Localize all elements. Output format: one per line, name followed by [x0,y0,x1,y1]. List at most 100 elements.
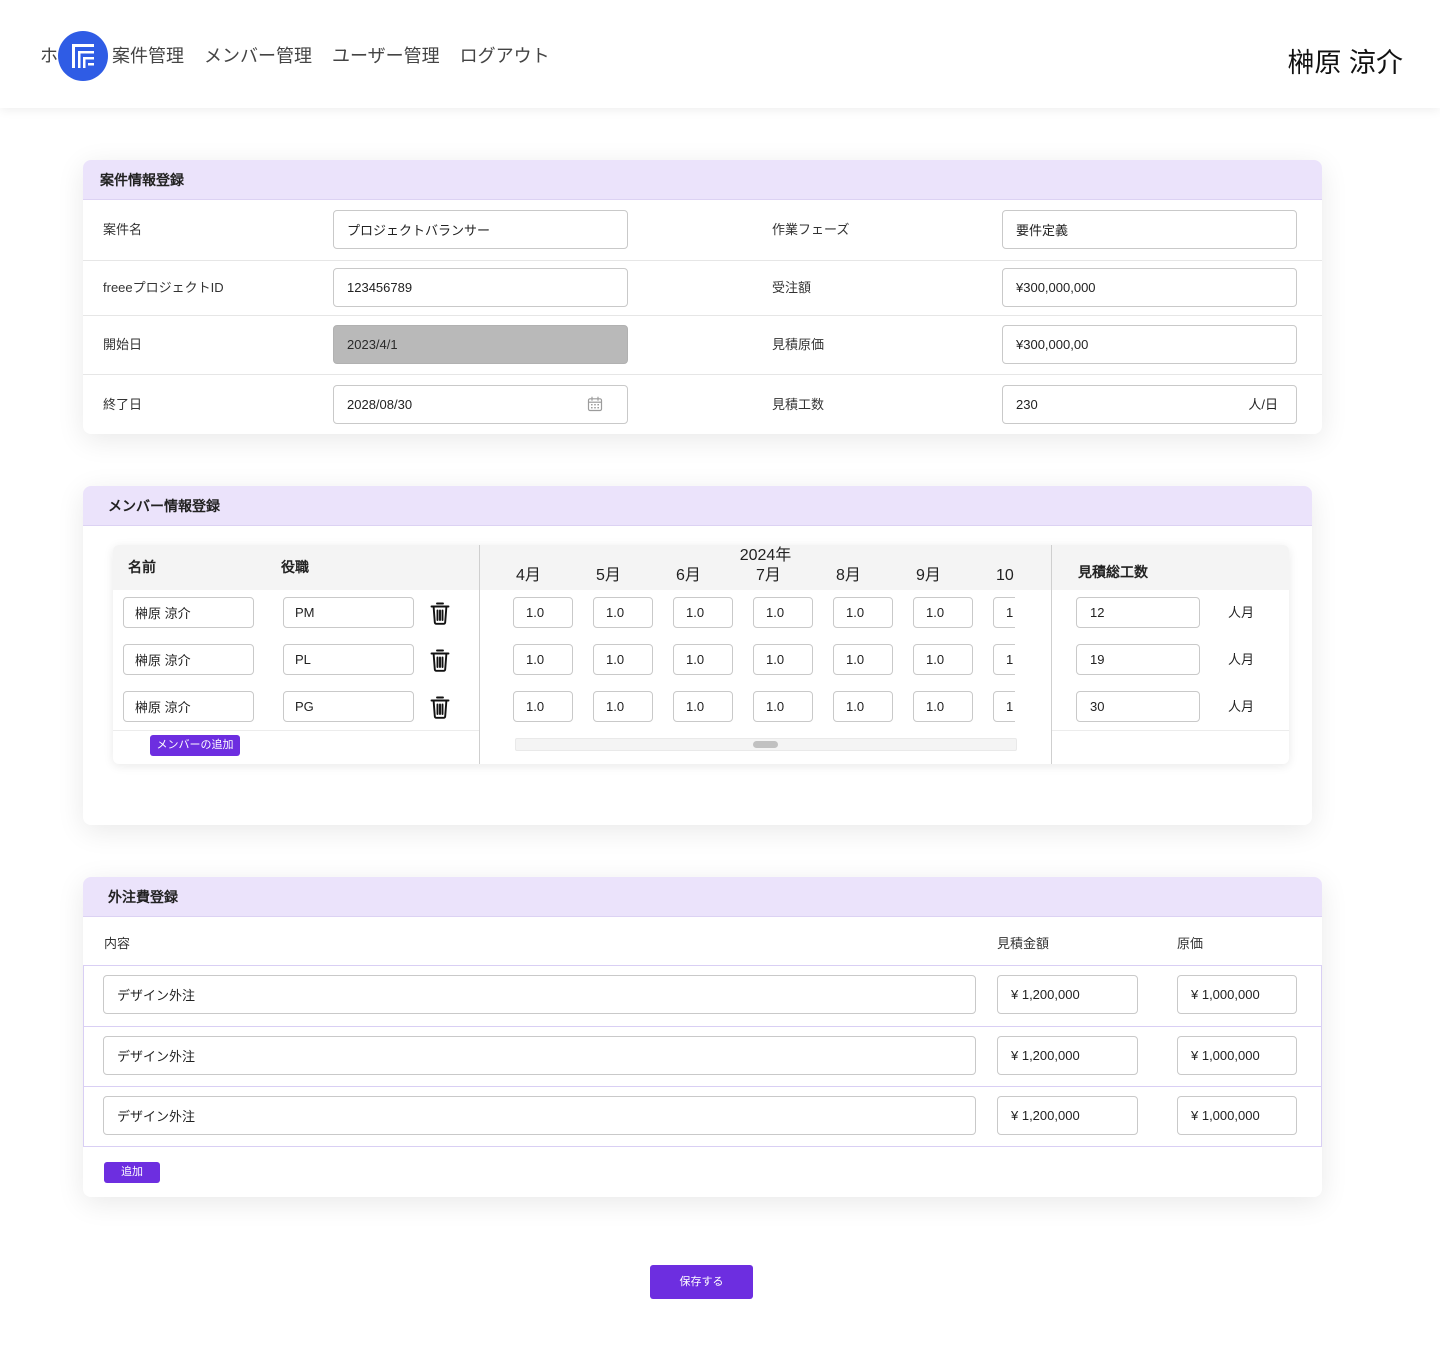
member-total-effort-input[interactable] [1076,644,1200,675]
month-effort-input[interactable] [833,597,893,628]
trash-icon[interactable] [430,696,450,719]
add-outsourcing-button[interactable]: 追加 [104,1162,160,1183]
month-effort-input[interactable] [593,644,653,675]
outsourcing-cost-input[interactable] [1177,1036,1297,1075]
outsourcing-row [84,966,1321,1026]
start-date-label: 開始日 [103,337,143,352]
order-amount-field [1002,268,1297,307]
estimated-cost-label: 見積原価 [772,337,825,352]
end-date-input[interactable] [333,384,628,424]
month-effort-input[interactable] [513,644,573,675]
outsourcing-cost-input[interactable] [1177,975,1297,1014]
month-effort-input[interactable] [513,691,573,722]
member-name-input[interactable] [123,691,254,722]
monthly-effort-scroll-area[interactable]: 4月 5月 6月 7月 8月 9月 10 [503,545,1015,731]
outsourcing-list [83,965,1322,1147]
member-role-input[interactable] [283,597,414,628]
estimated-cost-field [1002,325,1297,364]
estimated-cost-input[interactable] [1002,325,1297,364]
month-effort-input[interactable] [513,597,573,628]
project-info-row: freeeプロジェクトID 受注額 [83,260,1322,315]
freee-project-id-label: freeeプロジェクトID [103,280,224,295]
member-info-title: メンバー情報登録 [108,498,220,514]
month-effort-input[interactable] [593,597,653,628]
member-total-effort-input[interactable] [1076,597,1200,628]
month-effort-input[interactable] [673,597,733,628]
project-info-row: 案件名 作業フェーズ [83,200,1322,260]
outsourcing-estimate-input[interactable] [997,975,1138,1014]
member-role-input[interactable] [283,644,414,675]
month-effort-input[interactable] [753,691,813,722]
month-header: 6月 [676,567,701,584]
member-total-unit: 人月 [1228,605,1255,620]
outsourcing-cost-input[interactable] [1177,1096,1297,1135]
member-name-input[interactable] [123,644,254,675]
column-header-content: 内容 [104,936,131,951]
month-effort-input[interactable] [993,597,1015,628]
member-total-effort-input[interactable] [1076,691,1200,722]
freee-project-id-input[interactable] [333,268,628,307]
column-divider [1051,545,1052,764]
month-effort-input[interactable] [593,691,653,722]
outsourcing-card: 外注費登録 内容 見積金額 原価 追加 [83,877,1322,1197]
column-divider [479,545,480,764]
nav-item-users[interactable]: ユーザー管理 [332,44,440,68]
outsourcing-content-input[interactable] [103,975,976,1014]
column-header-estimate: 見積金額 [997,936,1050,951]
row-divider [113,730,479,731]
member-info-card: メンバー情報登録 名前 役職 2024年 見積総工数 人月 [83,486,1312,825]
month-effort-input[interactable] [673,644,733,675]
outsourcing-row [84,1086,1321,1146]
month-header: 10 [996,567,1014,584]
member-role-input[interactable] [283,691,414,722]
month-header: 4月 [516,567,541,584]
month-effort-input[interactable] [993,644,1015,675]
add-member-button[interactable]: メンバーの追加 [150,735,240,756]
horizontal-scrollbar[interactable] [515,738,1017,751]
month-effort-input[interactable] [833,691,893,722]
freee-project-id-field [333,268,628,307]
month-effort-input[interactable] [673,691,733,722]
member-info-header: メンバー情報登録 [83,486,1312,526]
scrollbar-thumb[interactable] [753,741,778,748]
month-effort-input[interactable] [913,597,973,628]
member-name-input[interactable] [123,597,254,628]
phase-field [1002,210,1297,249]
nav-item-home[interactable]: ホ [40,44,58,68]
phase-input[interactable] [1002,210,1297,249]
outsourcing-header: 外注費登録 [83,877,1322,917]
trash-icon[interactable] [430,649,450,672]
order-amount-input[interactable] [1002,268,1297,307]
month-effort-input[interactable] [913,644,973,675]
phase-label: 作業フェーズ [772,222,850,237]
main-nav: 案件管理 メンバー管理 ユーザー管理 ログアウト [112,44,550,68]
freee-logo-icon[interactable] [58,31,108,81]
month-effort-input[interactable] [753,597,813,628]
outsourcing-estimate-input[interactable] [997,1036,1138,1075]
start-date-field [333,325,628,364]
project-name-input[interactable] [333,210,628,249]
month-header: 5月 [596,567,621,584]
month-effort-input[interactable] [913,691,973,722]
outsourcing-title: 外注費登録 [108,889,178,905]
end-date-field [333,384,628,424]
month-effort-input[interactable] [833,644,893,675]
outsourcing-estimate-input[interactable] [997,1096,1138,1135]
month-effort-input[interactable] [753,644,813,675]
project-info-row: 開始日 見積原価 [83,315,1322,374]
estimated-effort-field: 人/日 [1002,384,1297,424]
save-button[interactable]: 保存する [650,1265,753,1299]
nav-item-members[interactable]: メンバー管理 [204,44,312,68]
month-effort-input[interactable] [993,691,1015,722]
start-date-input [333,325,628,364]
month-header: 8月 [836,567,861,584]
app-root: ホ 案件管理 メンバー管理 ユーザー管理 ログアウト 榊原 涼介 案件情報登録 … [0,0,1440,1355]
estimated-effort-label: 見積工数 [772,396,825,412]
outsourcing-content-input[interactable] [103,1036,976,1075]
nav-item-logout[interactable]: ログアウト [460,44,550,68]
calendar-icon[interactable] [587,396,603,412]
outsourcing-content-input[interactable] [103,1096,976,1135]
nav-item-projects[interactable]: 案件管理 [112,44,184,68]
outsourcing-row [84,1026,1321,1086]
trash-icon[interactable] [430,602,450,625]
